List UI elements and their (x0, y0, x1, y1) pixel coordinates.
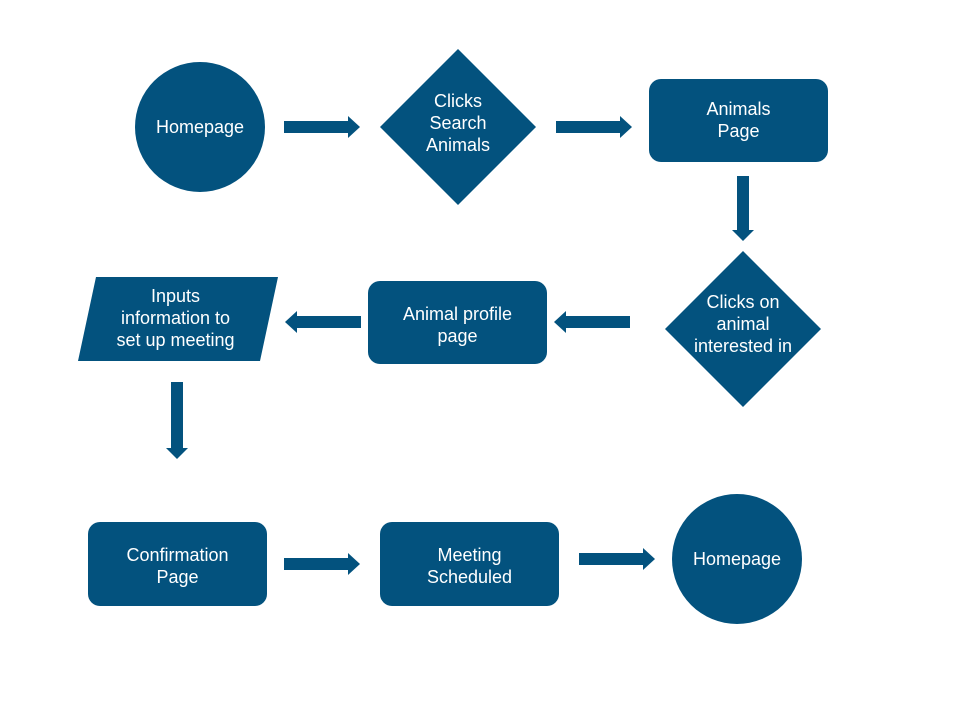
arrow-meeting-to-homepage (579, 548, 655, 570)
node-confirmation-page-label: Confirmation Page (126, 545, 229, 587)
arrow-homepage-to-clicks-search (284, 116, 360, 138)
node-inputs-information-label: Inputs information to set up meeting (116, 286, 235, 350)
node-clicks-on-animal-label: Clicks on animal interested in (693, 292, 793, 356)
node-clicks-search-animals-label: Clicks Search Animals (425, 91, 491, 155)
node-meeting-scheduled-label: Meeting Scheduled (426, 545, 513, 587)
arrow-profile-to-inputs (285, 311, 361, 333)
node-animals-page-label: Animals Page (706, 99, 771, 141)
arrow-animals-page-to-clicks-on-animal (732, 176, 754, 241)
arrow-clicks-on-animal-to-profile (554, 311, 630, 333)
arrow-confirmation-to-meeting (284, 553, 360, 575)
arrow-inputs-to-confirmation (166, 382, 188, 459)
arrow-clicks-search-to-animals-page (556, 116, 632, 138)
node-animal-profile-page-label: Animal profile page (402, 304, 513, 346)
node-homepage-end-label: Homepage (692, 549, 782, 569)
node-homepage-start-label: Homepage (155, 117, 245, 137)
